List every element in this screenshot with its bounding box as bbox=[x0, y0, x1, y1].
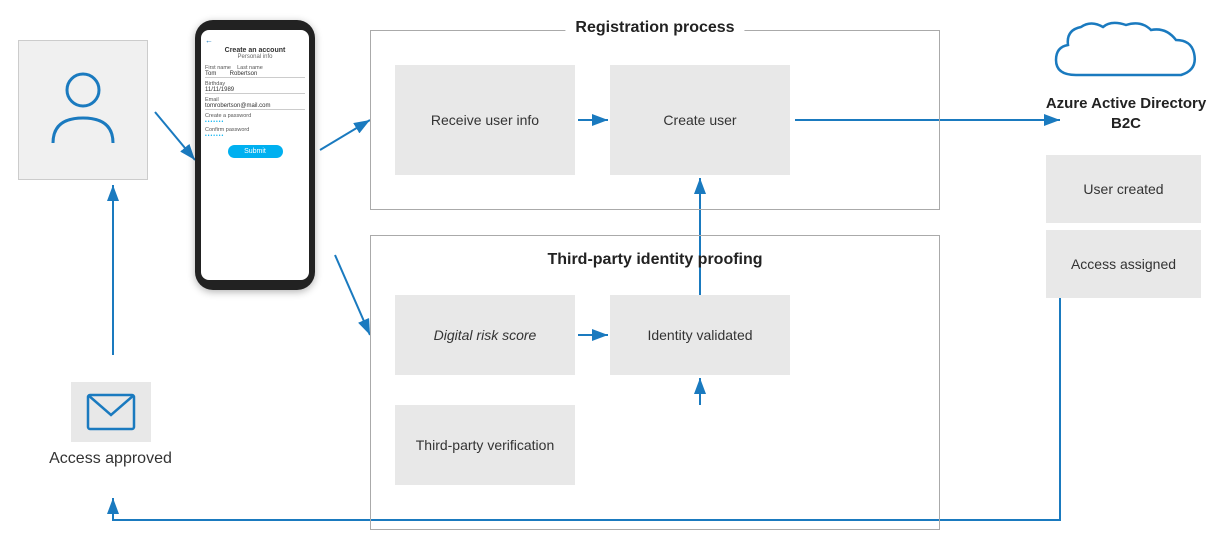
thirdparty-box: Third-party identity proofing bbox=[370, 235, 940, 530]
thirdparty-title: Third-party identity proofing bbox=[547, 251, 762, 269]
phone-title: Create an account bbox=[205, 47, 305, 54]
phone-container: ← Create an account Personal info First … bbox=[195, 20, 325, 310]
identity-validated-label: Identity validated bbox=[647, 327, 752, 343]
access-approved-section: Access approved bbox=[18, 355, 203, 495]
create-user-box: Create user bbox=[610, 65, 790, 175]
email-icon bbox=[86, 393, 136, 431]
identity-validated-box: Identity validated bbox=[610, 295, 790, 375]
user-card bbox=[18, 40, 148, 180]
user-created-box: User created bbox=[1046, 155, 1201, 223]
phone-subtitle: Personal info bbox=[205, 54, 305, 60]
field-password-value: ••••••• bbox=[205, 119, 305, 125]
cloud-icon bbox=[1046, 15, 1206, 85]
receive-user-info-box: Receive user info bbox=[395, 65, 575, 175]
person-icon bbox=[48, 68, 118, 153]
field-confirm-value: ••••••• bbox=[205, 133, 305, 139]
digital-risk-label: Digital risk score bbox=[434, 327, 537, 343]
phone-submit-button[interactable]: Submit bbox=[228, 145, 283, 158]
phone-back-arrow: ← bbox=[205, 34, 305, 47]
access-approved-label: Access approved bbox=[49, 450, 172, 468]
create-user-label: Create user bbox=[663, 112, 736, 128]
phone-screen: ← Create an account Personal info First … bbox=[201, 30, 309, 280]
field-birthday-value: 11/11/1989 bbox=[205, 87, 305, 94]
digital-risk-box: Digital risk score bbox=[395, 295, 575, 375]
email-icon-box bbox=[71, 382, 151, 442]
azure-cloud: Azure Active Directory B2C bbox=[1041, 15, 1211, 133]
access-assigned-box: Access assigned bbox=[1046, 230, 1201, 298]
diagram: ← Create an account Personal info First … bbox=[0, 0, 1231, 546]
azure-label: Azure Active Directory B2C bbox=[1041, 94, 1211, 133]
access-assigned-label: Access assigned bbox=[1071, 256, 1176, 272]
field-firstname-value: Tom Robertson bbox=[205, 71, 305, 78]
field-email-value: tomrobertson@mail.com bbox=[205, 103, 305, 110]
receive-user-info-label: Receive user info bbox=[431, 112, 539, 128]
thirdparty-verification-box: Third-party verification bbox=[395, 405, 575, 485]
thirdparty-verification-label: Third-party verification bbox=[416, 437, 555, 453]
registration-title: Registration process bbox=[565, 19, 744, 37]
user-created-label: User created bbox=[1083, 181, 1163, 197]
phone: ← Create an account Personal info First … bbox=[195, 20, 315, 290]
